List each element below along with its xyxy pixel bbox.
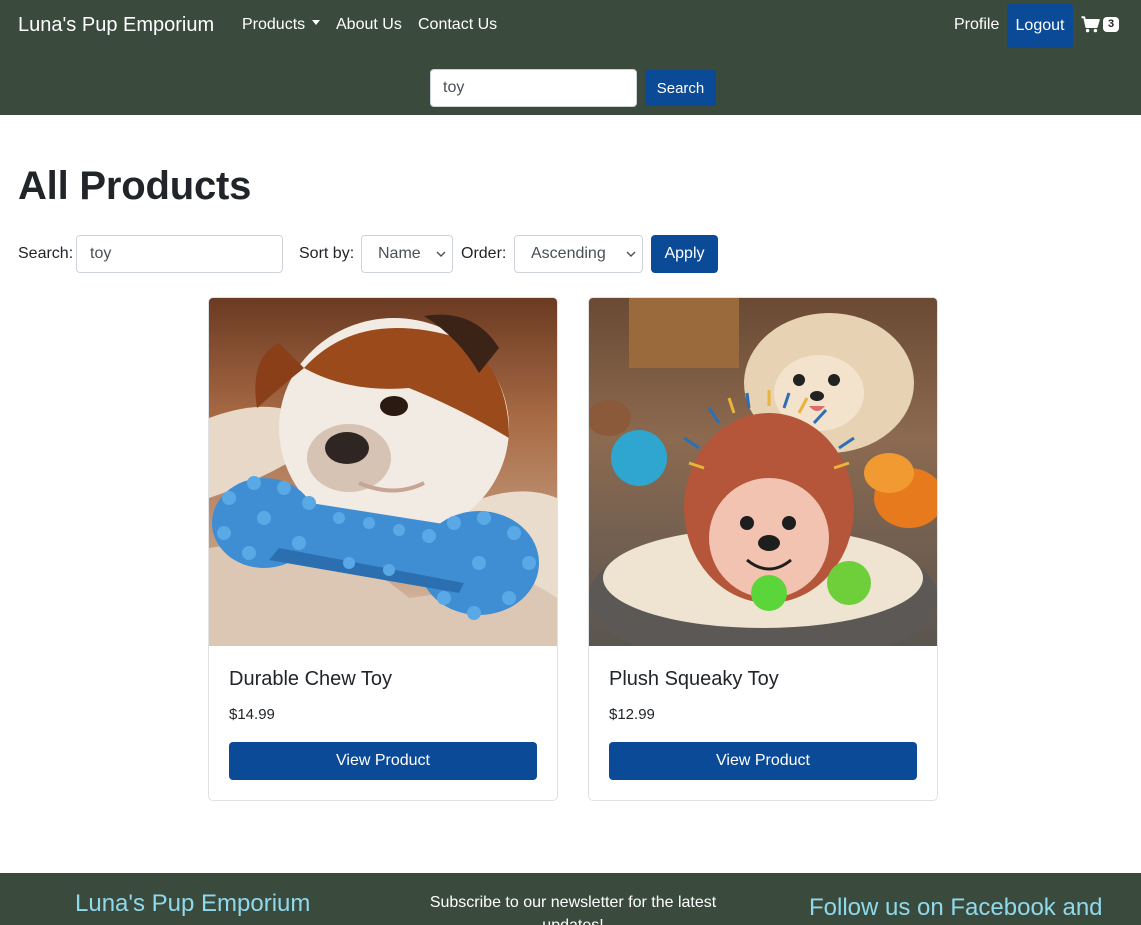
footer: Luna's Pup Emporium Subscribe to our new…	[0, 873, 1141, 925]
footer-follow-heading: Follow us on Facebook and	[809, 894, 1103, 921]
product-price: $12.99	[609, 706, 655, 723]
nav-profile-link[interactable]: Profile	[954, 16, 999, 34]
product-title: Durable Chew Toy	[229, 668, 393, 690]
view-product-button[interactable]: View Product	[609, 742, 917, 780]
chevron-down-icon	[626, 251, 636, 257]
nav-search-input[interactable]: toy	[430, 69, 637, 107]
order-value: Ascending	[531, 245, 606, 262]
product-price: $14.99	[229, 706, 275, 723]
sort-by-label: Sort by:	[299, 245, 355, 262]
nav-contact-link[interactable]: Contact Us	[418, 16, 497, 34]
nav-products-dropdown[interactable]: Products	[242, 16, 321, 34]
filter-search-input[interactable]: toy	[76, 235, 283, 273]
order-select[interactable]: Ascending	[514, 235, 643, 273]
apply-button[interactable]: Apply	[651, 235, 718, 273]
page-title: All Products	[18, 164, 252, 208]
footer-newsletter-text: Subscribe to our newsletter for the late…	[429, 894, 717, 925]
product-image-hedgehog-plush-toy[interactable]	[589, 298, 937, 646]
top-navbar: Luna's Pup Emporium Products About Us Co…	[0, 0, 1141, 115]
sort-by-select[interactable]: Name	[361, 235, 453, 273]
brand-link[interactable]: Luna's Pup Emporium	[18, 14, 214, 37]
cart-link[interactable]: 3	[1081, 16, 1120, 33]
footer-brand: Luna's Pup Emporium	[75, 890, 311, 917]
nav-products-label: Products	[242, 16, 306, 33]
sort-by-value: Name	[378, 245, 421, 262]
nav-about-link[interactable]: About Us	[336, 16, 402, 34]
order-label: Order:	[461, 245, 507, 262]
product-card: Plush Squeaky Toy $12.99 View Product	[588, 297, 938, 801]
view-product-button[interactable]: View Product	[229, 742, 537, 780]
filter-search-label: Search:	[18, 245, 74, 262]
cart-icon	[1081, 16, 1100, 33]
caret-down-icon	[312, 20, 321, 26]
product-title: Plush Squeaky Toy	[609, 668, 779, 690]
product-image-bulldog-chew-toy[interactable]	[209, 298, 557, 646]
chevron-down-icon	[436, 251, 446, 257]
nav-search-button[interactable]: Search	[645, 70, 716, 106]
product-card: Durable Chew Toy $14.99 View Product	[208, 297, 558, 801]
logout-button[interactable]: Logout	[1007, 4, 1073, 48]
cart-count-badge: 3	[1103, 17, 1120, 32]
